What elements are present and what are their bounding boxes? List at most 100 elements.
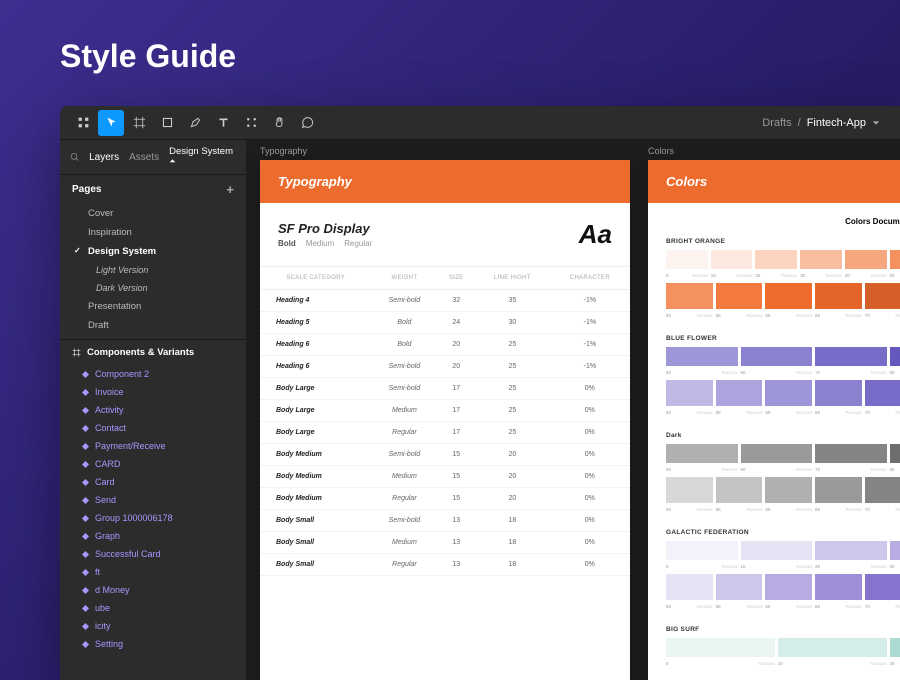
swatch[interactable]: 70#xxxxxx bbox=[865, 574, 900, 600]
swatch[interactable]: 70#xxxxxx bbox=[815, 347, 887, 366]
swatch[interactable]: 60#xxxxxx bbox=[765, 283, 812, 309]
swatch[interactable]: 20#xxxxxx bbox=[815, 541, 887, 560]
page-item[interactable]: Presentation bbox=[60, 297, 246, 316]
component-item[interactable]: Activity bbox=[60, 401, 246, 419]
components-header[interactable]: Components & Variants bbox=[60, 339, 246, 365]
page-item[interactable]: Design System bbox=[60, 242, 246, 261]
swatch[interactable]: 10#xxxxxx bbox=[778, 638, 887, 657]
diamond-icon bbox=[82, 641, 89, 648]
design-app-window: Drafts / Fintech-App Layers Assets Desig… bbox=[60, 106, 900, 680]
diamond-icon bbox=[82, 605, 89, 612]
swatch[interactable]: 50#xxxxxx bbox=[666, 444, 738, 463]
swatch[interactable]: 65#xxxxxx bbox=[815, 380, 862, 406]
swatch[interactable]: 50#xxxxxx bbox=[666, 283, 713, 309]
frame-label: Colors bbox=[648, 146, 674, 156]
swatch[interactable]: 40#xxxxxx bbox=[845, 250, 887, 269]
swatch[interactable]: 50#xxxxxx bbox=[666, 477, 713, 503]
component-item[interactable]: CARD bbox=[60, 455, 246, 473]
component-item[interactable]: Successful Card bbox=[60, 545, 246, 563]
swatch[interactable]: 60#xxxxxx bbox=[765, 380, 812, 406]
swatch[interactable]: 65#xxxxxx bbox=[815, 283, 862, 309]
swatch[interactable]: 80#xxxxxx bbox=[890, 347, 900, 366]
swatch[interactable]: 10#xxxxxx bbox=[711, 250, 753, 269]
add-page-button[interactable]: + bbox=[226, 182, 234, 197]
text-tool[interactable] bbox=[210, 110, 236, 136]
component-item[interactable]: Contact bbox=[60, 419, 246, 437]
swatch[interactable]: 50#xxxxxx bbox=[666, 574, 713, 600]
swatch[interactable]: 70#xxxxxx bbox=[865, 283, 900, 309]
swatch[interactable]: 55#xxxxxx bbox=[716, 283, 763, 309]
chevron-down-icon bbox=[872, 119, 880, 127]
hand-tool[interactable] bbox=[266, 110, 292, 136]
table-row: Body LargeMedium17250% bbox=[260, 400, 630, 422]
diamond-icon bbox=[82, 623, 89, 630]
pen-tool[interactable] bbox=[182, 110, 208, 136]
component-item[interactable]: d Money bbox=[60, 581, 246, 599]
swatch[interactable]: 70#xxxxxx bbox=[865, 477, 900, 503]
tab-assets[interactable]: Assets bbox=[129, 152, 159, 163]
swatch[interactable]: 5#xxxxxx bbox=[666, 250, 708, 269]
diamond-icon bbox=[82, 533, 89, 540]
swatch[interactable]: 60#xxxxxx bbox=[741, 347, 813, 366]
component-item[interactable]: ft bbox=[60, 563, 246, 581]
toolbar: Drafts / Fintech-App bbox=[60, 106, 900, 140]
swatch[interactable]: 55#xxxxxx bbox=[716, 477, 763, 503]
frame-colors[interactable]: Colors Colors Colors Documentation BRIGH… bbox=[648, 160, 900, 680]
component-item[interactable]: Group 1000006178 bbox=[60, 509, 246, 527]
resources-tool[interactable] bbox=[238, 110, 264, 136]
page-item[interactable]: Light Version bbox=[60, 261, 246, 279]
swatch[interactable]: 50#xxxxxx bbox=[890, 250, 900, 269]
swatch[interactable]: 60#xxxxxx bbox=[741, 444, 813, 463]
swatch[interactable]: 50#xxxxxx bbox=[666, 380, 713, 406]
swatch[interactable]: 65#xxxxxx bbox=[815, 477, 862, 503]
frame-typography[interactable]: Typography Typography SF Pro Display Bol… bbox=[260, 160, 630, 680]
component-item[interactable]: Setting bbox=[60, 635, 246, 653]
page-item[interactable]: Draft bbox=[60, 316, 246, 335]
swatch[interactable]: 5#xxxxxx bbox=[666, 541, 738, 560]
canvas[interactable]: Typography Typography SF Pro Display Bol… bbox=[246, 140, 900, 680]
breadcrumb[interactable]: Drafts / Fintech-App bbox=[762, 117, 880, 129]
swatch[interactable]: 10#xxxxxx bbox=[741, 541, 813, 560]
sidebar-tabs: Layers Assets Design System bbox=[60, 140, 246, 175]
component-item[interactable]: Invoice bbox=[60, 383, 246, 401]
comment-tool[interactable] bbox=[294, 110, 320, 136]
component-item[interactable]: Component 2 bbox=[60, 365, 246, 383]
swatch[interactable]: 5#xxxxxx bbox=[666, 638, 775, 657]
move-tool[interactable] bbox=[98, 110, 124, 136]
search-icon[interactable] bbox=[70, 152, 79, 162]
page-item[interactable]: Dark Version bbox=[60, 279, 246, 297]
shape-tool[interactable] bbox=[154, 110, 180, 136]
swatch[interactable]: 50#xxxxxx bbox=[666, 347, 738, 366]
component-item[interactable]: ube bbox=[60, 599, 246, 617]
page-picker[interactable]: Design System bbox=[169, 146, 236, 168]
component-item[interactable]: Send bbox=[60, 491, 246, 509]
page-item[interactable]: Cover bbox=[60, 204, 246, 223]
swatch[interactable]: 65#xxxxxx bbox=[815, 574, 862, 600]
component-item[interactable]: Graph bbox=[60, 527, 246, 545]
swatch[interactable]: 60#xxxxxx bbox=[765, 574, 812, 600]
swatch[interactable]: 55#xxxxxx bbox=[716, 574, 763, 600]
swatch[interactable]: 60#xxxxxx bbox=[765, 477, 812, 503]
menu-tool[interactable] bbox=[70, 110, 96, 136]
component-item[interactable]: Card bbox=[60, 473, 246, 491]
diamond-icon bbox=[82, 461, 89, 468]
frame-label: Typography bbox=[260, 146, 307, 156]
page-item[interactable]: Inspiration bbox=[60, 223, 246, 242]
tab-layers[interactable]: Layers bbox=[89, 152, 119, 163]
diamond-icon bbox=[82, 407, 89, 414]
swatch[interactable]: 30#xxxxxx bbox=[800, 250, 842, 269]
swatch[interactable]: 20#xxxxxx bbox=[755, 250, 797, 269]
table-row: Body LargeRegular17250% bbox=[260, 422, 630, 444]
component-item[interactable]: Payment/Receive bbox=[60, 437, 246, 455]
font-sample: Aa bbox=[579, 219, 612, 250]
swatch[interactable]: 30#xxxxxx bbox=[890, 541, 900, 560]
swatch[interactable]: 70#xxxxxx bbox=[865, 380, 900, 406]
swatch[interactable]: 80#xxxxxx bbox=[890, 444, 900, 463]
diamond-icon bbox=[82, 569, 89, 576]
swatch[interactable]: 20#xxxxxx bbox=[890, 638, 900, 657]
swatch[interactable]: 70#xxxxxx bbox=[815, 444, 887, 463]
swatch[interactable]: 55#xxxxxx bbox=[716, 380, 763, 406]
component-item[interactable]: icity bbox=[60, 617, 246, 635]
page-list: CoverInspirationDesign SystemLight Versi… bbox=[60, 204, 246, 335]
frame-tool[interactable] bbox=[126, 110, 152, 136]
